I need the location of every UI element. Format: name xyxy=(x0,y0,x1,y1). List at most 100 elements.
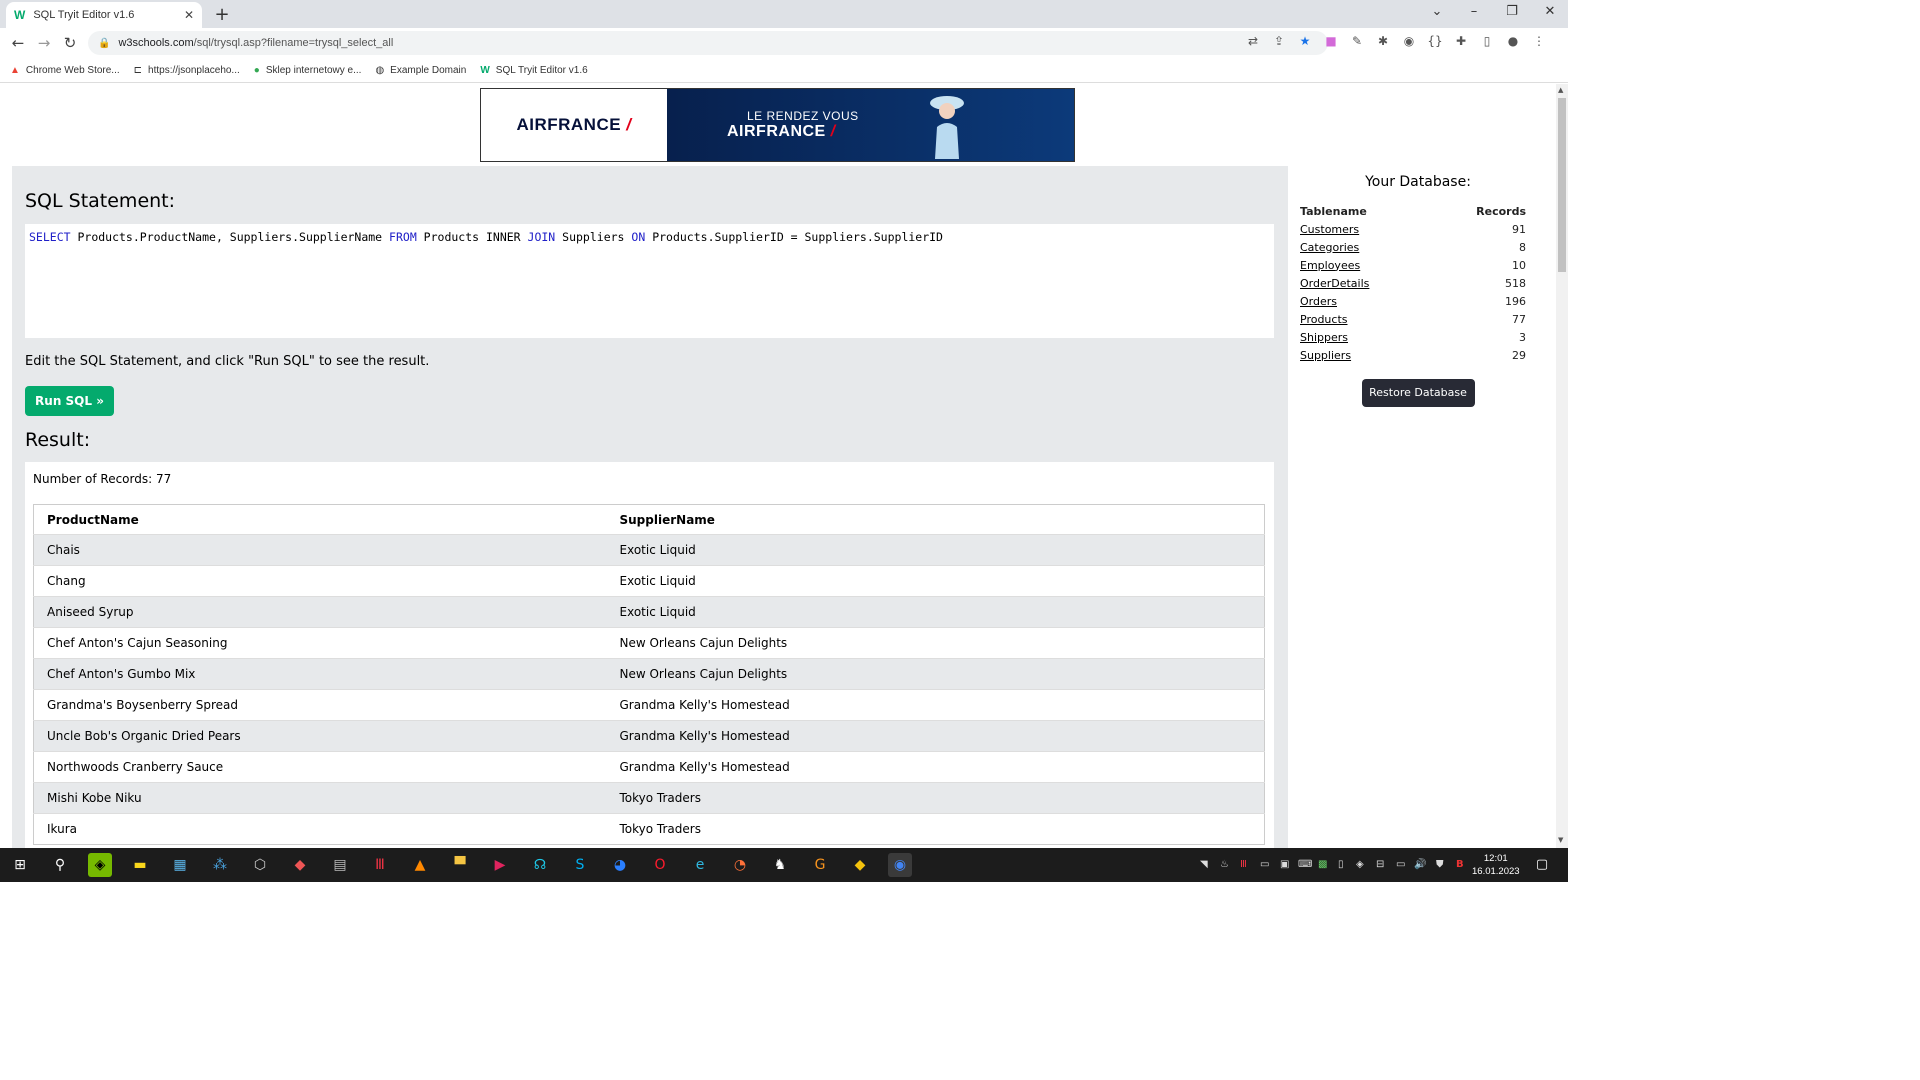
edge-icon[interactable]: e xyxy=(688,853,712,877)
page-scrollbar[interactable]: ▲ ▼ xyxy=(1556,84,1568,848)
scrollbar-thumb[interactable] xyxy=(1558,98,1566,272)
menu-kebab-icon[interactable]: ⋮ xyxy=(1531,33,1547,49)
table-row: Uncle Bob's Organic Dried Pears Grandma K… xyxy=(33,720,1265,752)
sql-keyword: SELECT xyxy=(29,230,71,244)
w3schools-icon: W xyxy=(14,8,26,22)
media-player-icon[interactable]: ▶ xyxy=(488,853,512,877)
scroll-up-arrow-icon[interactable]: ▲ xyxy=(1558,86,1563,94)
browser-tab-strip: W SQL Tryit Editor v1.6 ✕ + ⌄ – ❐ ✕ xyxy=(0,0,1568,28)
table-link[interactable]: Shippers xyxy=(1300,331,1348,344)
store-icon: ▲ xyxy=(10,64,20,76)
defender-icon[interactable]: ⛊ xyxy=(1436,859,1444,870)
msi-tray-icon[interactable]: ♨ xyxy=(1220,859,1229,870)
printer-tray-icon[interactable]: ▭ xyxy=(1260,859,1269,870)
extension-icon[interactable]: ✱ xyxy=(1375,33,1391,49)
g-app-icon[interactable]: G xyxy=(808,853,832,877)
product-name-cell: Chef Anton's Cajun Seasoning xyxy=(33,627,607,659)
cluster-app-icon[interactable]: ⁂ xyxy=(208,853,232,877)
sql-keyword: FROM xyxy=(389,230,417,244)
close-tab-icon[interactable]: ✕ xyxy=(184,8,194,22)
sql-editor[interactable]: SELECT Products.ProductName, Suppliers.S… xyxy=(25,224,1274,338)
vlc-icon[interactable]: ▲ xyxy=(408,853,432,877)
chrome-icon[interactable]: ◉ xyxy=(888,853,912,877)
opera-icon[interactable]: O xyxy=(648,853,672,877)
browser-tab[interactable]: W SQL Tryit Editor v1.6 ✕ xyxy=(6,2,202,28)
wolf-app-icon[interactable]: ♞ xyxy=(768,853,792,877)
supplier-name-cell: Exotic Liquid xyxy=(606,565,1265,597)
table-link[interactable]: Suppliers xyxy=(1300,349,1351,362)
new-tab-button[interactable]: + xyxy=(212,4,232,25)
profile-avatar-icon[interactable]: ● xyxy=(1505,33,1521,49)
ad-tagline: LE RENDEZ VOUS xyxy=(747,109,859,123)
firefox-dev-icon[interactable]: ◕ xyxy=(608,853,632,877)
bookmark-item[interactable]: ▲ Chrome Web Store... xyxy=(10,65,120,76)
ad-banner[interactable]: AIRFRANCE / LE RENDEZ VOUS AIRFRANCE / xyxy=(480,88,1075,162)
web-page: AIRFRANCE / LE RENDEZ VOUS AIRFRANCE / S… xyxy=(0,84,1556,848)
table-link[interactable]: OrderDetails xyxy=(1300,277,1369,290)
keyboard-tray-icon[interactable]: ⌨ xyxy=(1298,859,1312,870)
msi-icon[interactable]: ◆ xyxy=(288,853,312,877)
restore-database-button[interactable]: Restore Database xyxy=(1361,379,1475,407)
system-clock[interactable]: 12:01 16.01.2023 xyxy=(1472,852,1520,878)
winrar-tray-icon[interactable]: Ⅲ xyxy=(1240,859,1247,870)
tab-search-icon[interactable]: ⌄ xyxy=(1422,2,1452,22)
volume-icon[interactable]: 🔊 xyxy=(1414,859,1426,870)
winrar-icon[interactable]: Ⅲ xyxy=(368,853,392,877)
git-icon[interactable]: ◆ xyxy=(848,853,872,877)
back-arrow-icon[interactable]: ← xyxy=(8,33,28,53)
product-name-cell: Northwoods Cranberry Sauce xyxy=(33,751,607,783)
app-tray-icon[interactable]: ▩ xyxy=(1318,859,1327,870)
nvidia-icon[interactable]: ◈ xyxy=(88,853,112,877)
restore-window-button[interactable]: ❐ xyxy=(1497,2,1527,22)
usb-tray-icon[interactable]: ⊟ xyxy=(1376,859,1384,870)
calculator-app-icon[interactable]: ▦ xyxy=(168,853,192,877)
run-sql-button[interactable]: Run SQL » xyxy=(25,386,114,416)
camera-icon[interactable]: ◉ xyxy=(1401,33,1417,49)
network-icon[interactable]: ▭ xyxy=(1396,859,1405,870)
nvidia-tray-icon[interactable]: ◥ xyxy=(1200,859,1208,870)
minimize-button[interactable]: – xyxy=(1459,2,1489,22)
sql-text: Products.SupplierID = Suppliers.Supplier… xyxy=(645,230,943,244)
share-icon[interactable]: ⇪ xyxy=(1271,33,1287,49)
database-row: Shippers 3 xyxy=(1300,328,1526,346)
translate-icon[interactable]: ⇄ xyxy=(1245,33,1261,49)
table-link[interactable]: Employees xyxy=(1300,259,1360,272)
table-link[interactable]: Orders xyxy=(1300,295,1337,308)
skype-icon[interactable]: S xyxy=(568,853,592,877)
headphones-icon[interactable]: ☊ xyxy=(528,853,552,877)
database-row: Employees 10 xyxy=(1300,256,1526,274)
search-icon[interactable]: ⚲ xyxy=(48,853,72,877)
scroll-down-arrow-icon[interactable]: ▼ xyxy=(1558,836,1563,844)
close-window-button[interactable]: ✕ xyxy=(1535,2,1565,22)
bookmark-item[interactable]: W SQL Tryit Editor v1.6 xyxy=(480,65,587,76)
json-extension-icon[interactable]: {} xyxy=(1427,33,1443,49)
extension-color-icon[interactable]: ■ xyxy=(1323,33,1339,49)
side-panel-icon[interactable]: ▯ xyxy=(1479,33,1495,49)
bookmark-item[interactable]: ⊏ https://jsonplaceho... xyxy=(134,65,240,76)
table-link[interactable]: Customers xyxy=(1300,223,1359,236)
eyedropper-icon[interactable]: ✎ xyxy=(1349,33,1365,49)
file-explorer-icon[interactable]: ▀ xyxy=(448,853,472,877)
lock-icon[interactable]: 🔒 xyxy=(98,38,110,49)
table-link[interactable]: Products xyxy=(1300,313,1348,326)
address-bar[interactable]: 🔒 w3schools.com/sql/trysql.asp?filename=… xyxy=(88,31,1328,55)
phone-tray-icon[interactable]: ▯ xyxy=(1338,859,1344,870)
monitor-tray-icon[interactable]: ▣ xyxy=(1280,859,1289,870)
forward-arrow-icon[interactable]: → xyxy=(34,33,54,53)
table-link[interactable]: Categories xyxy=(1300,241,1359,254)
bitdefender-icon[interactable]: B xyxy=(1456,859,1464,870)
reload-icon[interactable]: ↻ xyxy=(60,33,80,53)
firefox-icon[interactable]: ◔ xyxy=(728,853,752,877)
records-cell: 29 xyxy=(1512,348,1526,362)
unity-icon[interactable]: ⬡ xyxy=(248,853,272,877)
calculator-icon[interactable]: ▤ xyxy=(328,853,352,877)
puzzle-icon[interactable]: ✚ xyxy=(1453,33,1469,49)
bookmark-star-icon[interactable]: ★ xyxy=(1297,33,1313,49)
bookmark-item[interactable]: ◍ Example Domain xyxy=(375,65,466,76)
bookmark-item[interactable]: ● Sklep internetowy e... xyxy=(254,65,362,76)
windows-start-icon[interactable]: ⊞ xyxy=(8,853,32,877)
sql-text: Products INNER xyxy=(416,230,528,244)
security-tray-icon[interactable]: ◈ xyxy=(1356,859,1364,870)
notifications-icon[interactable]: ▢ xyxy=(1530,853,1554,877)
sticky-notes-icon[interactable]: ▬ xyxy=(128,853,152,877)
